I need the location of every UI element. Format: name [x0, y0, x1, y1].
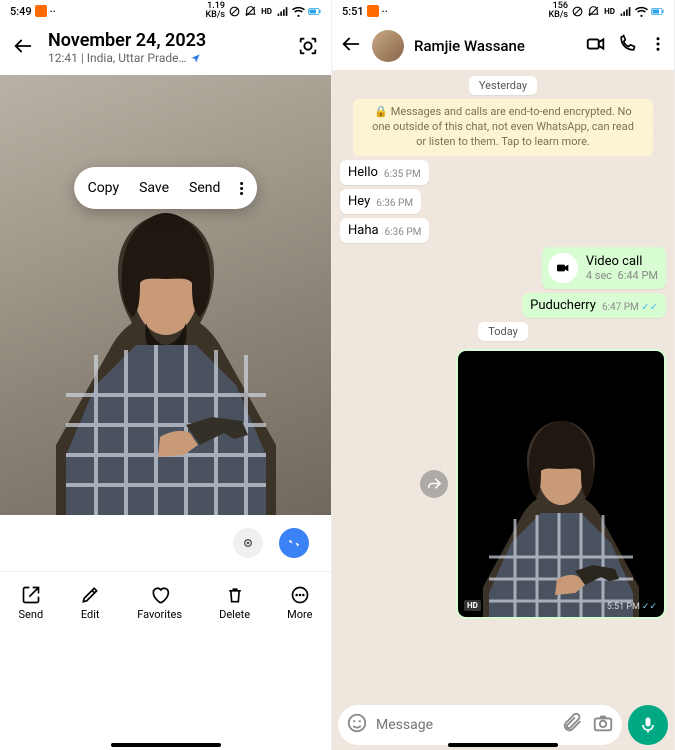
- forward-icon[interactable]: [420, 470, 448, 498]
- dnd-icon: [571, 5, 584, 18]
- tb-send[interactable]: Send: [19, 585, 44, 621]
- mic-button[interactable]: [628, 705, 668, 745]
- chat-body[interactable]: Yesterday 🔒 Messages and calls are end-t…: [332, 70, 674, 700]
- sticker-message[interactable]: HD 5:51 PM ✓✓: [456, 349, 666, 619]
- video-icon: [548, 253, 578, 283]
- battery-icon: [308, 5, 321, 18]
- camera-icon[interactable]: [592, 712, 614, 738]
- popup-more-icon[interactable]: [240, 182, 243, 195]
- google-lens-icon[interactable]: [297, 35, 319, 61]
- alarm-off-icon: [587, 5, 600, 18]
- bottom-toolbar: Send Edit Favorites Delete More: [0, 571, 331, 629]
- wifi-icon: [292, 5, 305, 18]
- data-rate: 156 KB/s: [548, 2, 568, 20]
- emoji-icon[interactable]: [346, 712, 368, 738]
- message-field[interactable]: [338, 705, 622, 745]
- contact-name[interactable]: Ramjie Wassane: [414, 37, 570, 55]
- cutout-action-popup: Copy Save Send: [74, 167, 258, 209]
- app-indicator-icon: [35, 5, 47, 17]
- popup-save[interactable]: Save: [139, 180, 169, 196]
- quick-actions: [0, 515, 331, 571]
- tb-favorites[interactable]: Favorites: [137, 585, 182, 621]
- home-indicator[interactable]: [111, 743, 221, 747]
- dots-icon: ··: [50, 5, 56, 18]
- sticker-image: [471, 407, 651, 617]
- photo-location: 12:41 | India, Uttar Prade…: [48, 51, 187, 65]
- sticker-time: 5:51 PM ✓✓: [607, 602, 657, 612]
- clock: 5:51: [342, 5, 364, 18]
- signal-icon: [276, 5, 289, 18]
- photo-date: November 24, 2023: [48, 30, 283, 51]
- tb-more[interactable]: More: [287, 585, 312, 621]
- battery-icon: [651, 5, 664, 18]
- message-in[interactable]: Hey6:36 PM: [340, 189, 421, 214]
- contact-avatar[interactable]: [372, 30, 404, 62]
- back-icon[interactable]: [340, 33, 362, 59]
- encryption-notice[interactable]: 🔒 Messages and calls are end-to-end encr…: [353, 99, 653, 156]
- attach-icon[interactable]: [562, 712, 584, 738]
- app-indicator-icon: [367, 5, 379, 17]
- gallery-screen: 5:49 ·· 1.19 KB/s HD November 24, 2023 1…: [0, 0, 332, 750]
- video-call-log[interactable]: Video call 4 sec 6:44 PM: [542, 247, 666, 289]
- signal-icon: [619, 5, 632, 18]
- hd-badge: HD: [464, 600, 481, 611]
- popup-copy[interactable]: Copy: [88, 180, 120, 196]
- lens-button[interactable]: [233, 528, 263, 558]
- date-yesterday: Yesterday: [469, 76, 537, 95]
- message-in[interactable]: Haha6:36 PM: [340, 218, 429, 243]
- gallery-header: November 24, 2023 12:41 | India, Uttar P…: [0, 22, 331, 75]
- menu-icon[interactable]: [644, 35, 666, 57]
- clock: 5:49: [10, 5, 32, 18]
- tb-delete[interactable]: Delete: [219, 585, 250, 621]
- chat-header: Ramjie Wassane: [332, 22, 674, 70]
- data-rate: 1.19 KB/s: [205, 2, 225, 20]
- photo-subject: [36, 185, 296, 515]
- dots-icon: ··: [382, 5, 388, 18]
- back-icon[interactable]: [12, 35, 34, 61]
- status-bar: 5:51 ·· 156 KB/s HD: [332, 0, 674, 22]
- message-in[interactable]: Hello6:35 PM: [340, 160, 429, 185]
- dnd-icon: [228, 5, 241, 18]
- wifi-icon: [635, 5, 648, 18]
- alarm-off-icon: [244, 5, 257, 18]
- video-call-icon[interactable]: [580, 33, 602, 59]
- message-out[interactable]: Puducherry 6:47 PM ✓✓: [522, 293, 666, 318]
- location-arrow-icon: [190, 53, 201, 64]
- whatsapp-screen: 5:51 ·· 156 KB/s HD Ramjie Wassane Yeste…: [332, 0, 675, 750]
- photo-viewer[interactable]: Copy Save Send: [0, 75, 331, 515]
- status-bar: 5:49 ·· 1.19 KB/s HD: [0, 0, 331, 22]
- message-input[interactable]: [376, 717, 554, 733]
- hd-icon: HD: [260, 5, 273, 18]
- hd-icon: HD: [603, 5, 616, 18]
- popup-send[interactable]: Send: [189, 180, 220, 196]
- voice-call-icon[interactable]: [612, 34, 634, 58]
- home-indicator[interactable]: [448, 743, 558, 747]
- tb-edit[interactable]: Edit: [80, 585, 100, 621]
- magic-button[interactable]: [279, 528, 309, 558]
- date-today: Today: [478, 322, 528, 341]
